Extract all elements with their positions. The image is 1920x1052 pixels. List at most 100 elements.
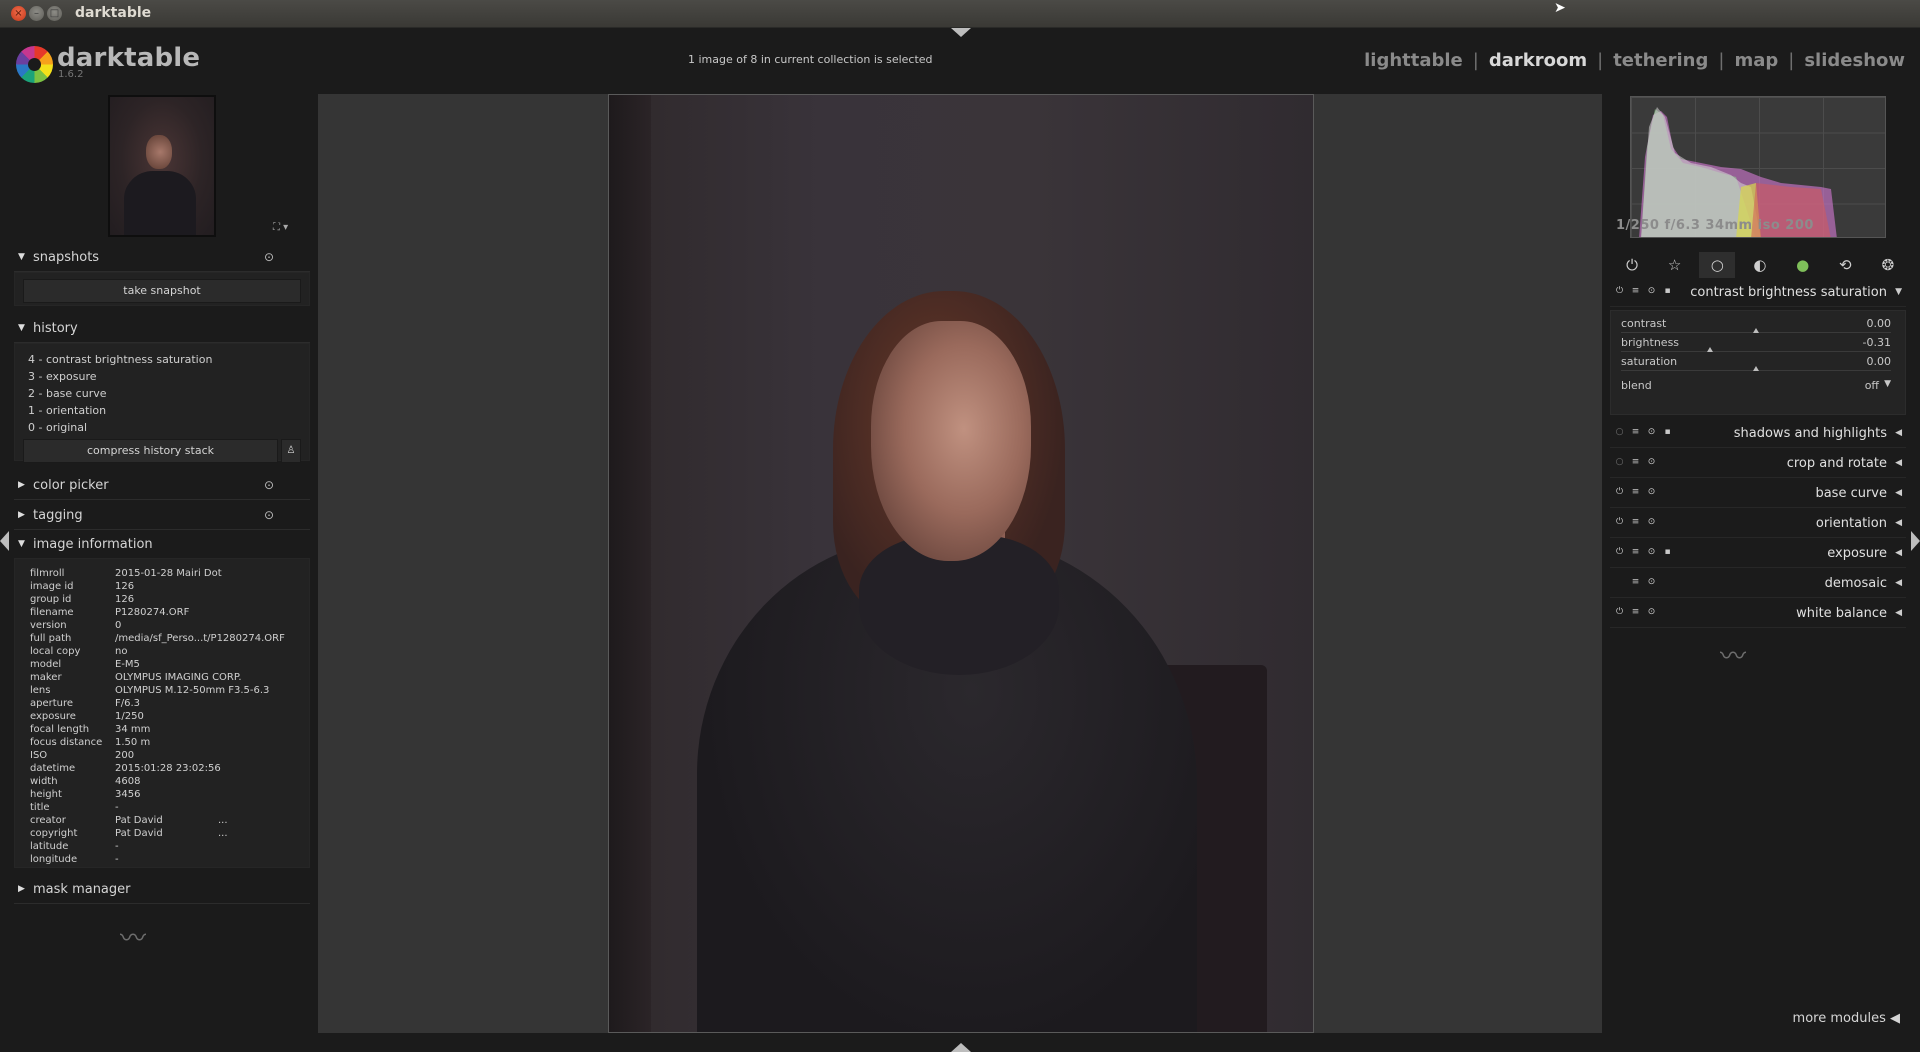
brightness-slider[interactable]: brightness -0.31 xyxy=(1621,336,1891,354)
reset-icon[interactable]: ⊙ xyxy=(1646,457,1657,468)
slider-marker[interactable] xyxy=(1753,366,1759,371)
module-header-demosaic[interactable]: ≡ ⊙ demosaic ◀ xyxy=(1610,571,1906,598)
view-slideshow[interactable]: slideshow xyxy=(1804,50,1905,71)
image-information-body: filmroll 2015-01-28 Mairi Dot image id 126 g… xyxy=(14,558,310,868)
module-header-shadows-and-highlights[interactable]: ○ ≡ ⊙ ▪ shadows and highlights ◀ xyxy=(1610,421,1906,448)
maximize-icon[interactable]: □ xyxy=(47,6,62,21)
center-view[interactable] xyxy=(318,94,1602,1033)
image-information-header[interactable]: ▼ image information xyxy=(14,535,310,559)
menu-icon[interactable]: ≡ xyxy=(1630,427,1641,438)
info-key: local copy xyxy=(30,646,81,657)
contrast-slider[interactable]: contrast 0.00 xyxy=(1621,317,1891,335)
color-icon[interactable]: ● xyxy=(1785,252,1821,278)
presets-icon[interactable]: ▪ xyxy=(1662,427,1673,438)
blend-combobox[interactable]: blend off ▼ xyxy=(1621,379,1891,397)
tagging-header[interactable]: ▶ tagging ⊙ xyxy=(14,506,310,530)
reset-icon[interactable]: ⊙ xyxy=(264,478,274,492)
compress-history-button[interactable]: compress history stack xyxy=(23,439,278,463)
menu-icon[interactable]: ≡ xyxy=(1630,577,1641,588)
module-header-white-balance[interactable]: ⏻ ≡ ⊙ white balance ◀ xyxy=(1610,601,1906,628)
info-key: model xyxy=(30,659,62,670)
histogram[interactable] xyxy=(1630,96,1886,238)
history-item[interactable]: 1 - orientation xyxy=(28,404,106,417)
main-image[interactable] xyxy=(608,94,1314,1033)
info-key: image id xyxy=(30,581,74,592)
power-icon[interactable]: ⏻ xyxy=(1614,607,1625,618)
close-icon[interactable]: × xyxy=(11,6,26,21)
collapse-right-panel-icon[interactable] xyxy=(1911,531,1920,551)
module-name: white balance xyxy=(1796,606,1887,621)
power-icon[interactable]: ⏻ xyxy=(1614,487,1625,498)
circle-icon[interactable]: ○ xyxy=(1699,252,1736,278)
header: darktable 1.6.2 1 image of 8 in current … xyxy=(0,28,1920,94)
history-item[interactable]: 4 - contrast brightness saturation xyxy=(28,353,212,366)
slider-marker[interactable] xyxy=(1753,328,1759,333)
info-edit-more[interactable]: ... xyxy=(218,815,228,826)
menu-icon[interactable]: ≡ xyxy=(1630,607,1641,618)
reset-icon[interactable]: ⊙ xyxy=(1646,517,1657,528)
more-modules-button[interactable]: more modules ◀ xyxy=(1793,1011,1900,1026)
module-header-base-curve[interactable]: ⏻ ≡ ⊙ base curve ◀ xyxy=(1610,481,1906,508)
reset-icon[interactable]: ⊙ xyxy=(264,250,274,264)
menu-icon[interactable]: ≡ xyxy=(1630,487,1641,498)
history-item[interactable]: 2 - base curve xyxy=(28,387,107,400)
presets-icon[interactable]: ▪ xyxy=(1662,286,1673,297)
collapse-left-panel-icon[interactable] xyxy=(0,531,9,551)
aperture-icon[interactable]: ❂ xyxy=(1870,252,1906,278)
history-item[interactable]: 0 - original xyxy=(28,421,87,434)
menu-icon[interactable]: ≡ xyxy=(1630,517,1641,528)
reset-icon[interactable]: ⊙ xyxy=(1646,577,1657,588)
info-value: 1.50 m xyxy=(115,737,151,748)
saturation-slider[interactable]: saturation 0.00 xyxy=(1621,355,1891,373)
menu-icon[interactable]: ≡ xyxy=(1630,457,1641,468)
module-header-orientation[interactable]: ⏻ ≡ ⊙ orientation ◀ xyxy=(1610,511,1906,538)
reset-icon[interactable]: ⊙ xyxy=(264,508,274,522)
snapshots-header[interactable]: ▼ snapshots ⊙ xyxy=(14,248,310,272)
collapse-bottom-panel-icon[interactable] xyxy=(951,1043,971,1052)
view-lighttable[interactable]: lighttable xyxy=(1364,50,1463,71)
color-picker-header[interactable]: ▶ color picker ⊙ xyxy=(14,476,310,500)
module-header-crop-and-rotate[interactable]: ○ ≡ ⊙ crop and rotate ◀ xyxy=(1610,451,1906,478)
navigation-thumbnail[interactable] xyxy=(108,95,216,237)
reset-icon[interactable]: ⊙ xyxy=(1646,547,1657,558)
csb-module-header[interactable]: ⏻ ≡ ⊙ ▪ contrast brightness saturation ▼ xyxy=(1610,280,1906,307)
info-key: lens xyxy=(30,685,51,696)
history-body: 4 - contrast brightness saturation 3 - e… xyxy=(14,343,310,463)
power-icon[interactable]: ○ xyxy=(1614,457,1625,468)
view-separator: | xyxy=(1718,50,1725,71)
create-style-icon[interactable]: ♙ xyxy=(281,439,301,463)
menu-icon[interactable]: ≡ xyxy=(1630,547,1641,558)
power-icon[interactable]: ⏻ xyxy=(1614,286,1625,297)
view-map[interactable]: map xyxy=(1734,50,1778,71)
slider-marker[interactable] xyxy=(1707,347,1714,352)
info-key: full path xyxy=(30,633,72,644)
view-separator: | xyxy=(1472,50,1479,71)
history-title: history xyxy=(33,321,78,336)
mask-manager-header[interactable]: ▶ mask manager xyxy=(14,880,310,904)
reset-icon[interactable]: ⊙ xyxy=(1646,607,1657,618)
power-icon[interactable]: ⏻ xyxy=(1614,547,1625,558)
slider-track[interactable] xyxy=(1621,351,1891,352)
reset-icon[interactable]: ⊙ xyxy=(1646,286,1657,297)
menu-icon[interactable]: ≡ xyxy=(1630,286,1641,297)
take-snapshot-button[interactable]: take snapshot xyxy=(23,279,301,303)
power-icon[interactable]: ○ xyxy=(1614,427,1625,438)
view-tethering[interactable]: tethering xyxy=(1613,50,1708,71)
info-value: - xyxy=(115,841,119,852)
history-header[interactable]: ▼ history xyxy=(14,319,310,343)
power-icon[interactable]: ⏻ xyxy=(1614,517,1625,528)
power-icon[interactable]: ⏻ xyxy=(1614,252,1650,278)
info-edit-more[interactable]: ... xyxy=(218,828,228,839)
star-icon[interactable]: ☆ xyxy=(1657,252,1693,278)
minimize-icon[interactable]: – xyxy=(29,6,44,21)
module-header-exposure[interactable]: ⏻ ≡ ⊙ ▪ exposure ◀ xyxy=(1610,541,1906,568)
reset-icon[interactable]: ⊙ xyxy=(1646,427,1657,438)
reset-icon[interactable]: ⊙ xyxy=(1646,487,1657,498)
collapse-top-panel-icon[interactable] xyxy=(951,28,971,37)
rotate-icon[interactable]: ⟲ xyxy=(1827,252,1863,278)
zoom-fit-icon[interactable]: ⛶ ▾ xyxy=(273,222,288,233)
history-item[interactable]: 3 - exposure xyxy=(28,370,97,383)
half-circle-icon[interactable]: ◐ xyxy=(1742,252,1778,278)
presets-icon[interactable]: ▪ xyxy=(1662,547,1673,558)
view-darkroom[interactable]: darkroom xyxy=(1489,50,1587,71)
